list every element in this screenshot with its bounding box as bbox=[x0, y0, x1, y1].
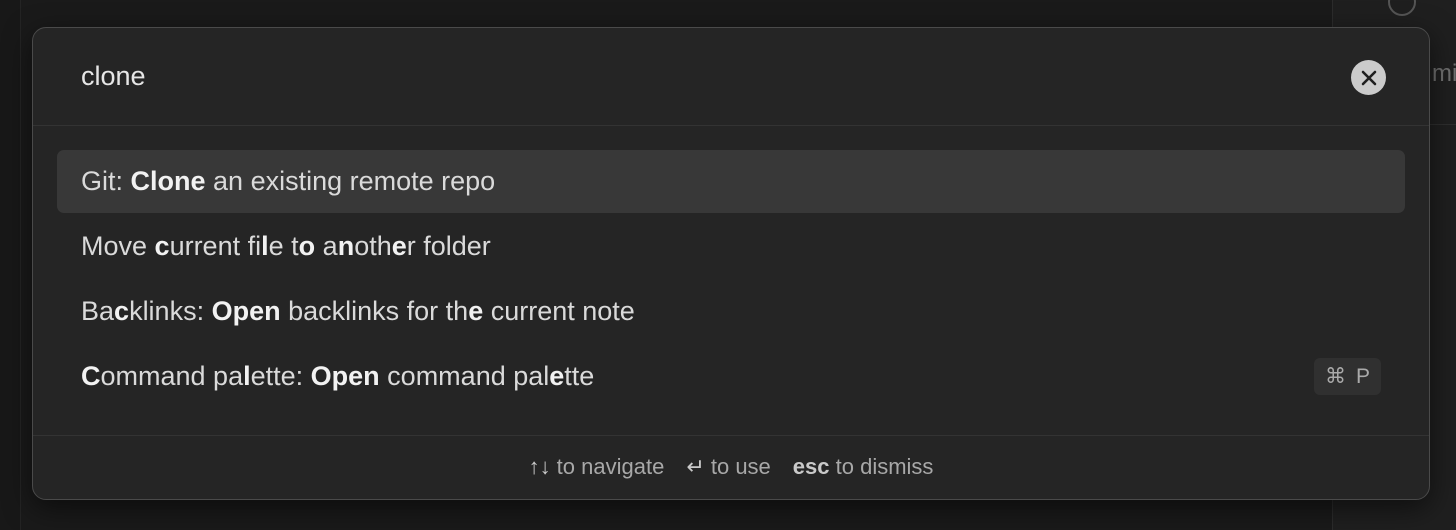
suggestion-text: oth bbox=[354, 231, 392, 261]
instruction-key: ↑↓ bbox=[528, 454, 551, 479]
suggestion-match-highlight: Open bbox=[211, 296, 281, 326]
instruction-item: esc to dismiss bbox=[793, 454, 934, 480]
suggestion-text: current note bbox=[483, 296, 635, 326]
suggestion-text: urrent fi bbox=[169, 231, 262, 261]
suggestion-text: an existing remote repo bbox=[205, 166, 496, 196]
suggestion-text: command pal bbox=[379, 361, 550, 391]
suggestion-text: klinks: bbox=[129, 296, 212, 326]
suggestion-match-highlight: n bbox=[337, 231, 355, 261]
suggestion-match-highlight: e bbox=[468, 296, 484, 326]
hotkey-badge: ⌘ P bbox=[1313, 358, 1381, 395]
suggestion-text: ette: bbox=[250, 361, 311, 391]
instruction-item: ↵ to use bbox=[686, 454, 770, 480]
instruction-text: to use bbox=[704, 454, 771, 479]
background-left-strip bbox=[0, 0, 21, 530]
suggestion-text: Move bbox=[81, 231, 155, 261]
suggestion-match-highlight: c bbox=[114, 296, 130, 326]
suggestion-text: backlinks for th bbox=[280, 296, 469, 326]
instruction-text: to dismiss bbox=[829, 454, 934, 479]
hotkey-key: ⌘ bbox=[1324, 365, 1346, 388]
suggestion-item[interactable]: Move current file to another folder bbox=[57, 215, 1405, 278]
command-search-input[interactable] bbox=[81, 52, 1341, 100]
suggestion-match-highlight: Clone bbox=[130, 166, 206, 196]
suggestion-match-highlight: l bbox=[261, 231, 269, 261]
suggestion-match-highlight: e bbox=[391, 231, 407, 261]
background-right-text: mi bbox=[1432, 60, 1456, 87]
instruction-text: to navigate bbox=[550, 454, 665, 479]
suggestion-label: Move current file to another folder bbox=[81, 231, 491, 262]
suggestion-text: a bbox=[315, 231, 338, 261]
suggestion-text: tte bbox=[564, 361, 595, 391]
suggestion-text: Ba bbox=[81, 296, 115, 326]
clear-search-button[interactable] bbox=[1351, 60, 1386, 95]
close-icon bbox=[1361, 70, 1376, 85]
suggestion-match-highlight: C bbox=[81, 361, 101, 391]
suggestion-match-highlight: o bbox=[298, 231, 316, 261]
suggestion-text: e t bbox=[268, 231, 299, 261]
instructions-row: ↑↓ to navigate ↵ to use esc to dismiss bbox=[33, 454, 1429, 480]
instruction-key: ↵ bbox=[686, 454, 705, 479]
suggestion-label: Git: Clone an existing remote repo bbox=[81, 166, 495, 197]
suggestion-match-highlight: e bbox=[549, 361, 565, 391]
instruction-item: ↑↓ to navigate bbox=[529, 454, 665, 480]
suggestion-label: Command palette: Open command palette bbox=[81, 361, 594, 392]
suggestion-list: Git: Clone an existing remote repo Move c… bbox=[57, 150, 1405, 410]
suggestion-match-highlight: c bbox=[154, 231, 170, 261]
command-palette-modal: Git: Clone an existing remote repoMove c… bbox=[32, 27, 1430, 500]
suggestion-item[interactable]: Git: Clone an existing remote repo bbox=[57, 150, 1405, 213]
suggestion-match-highlight: l bbox=[243, 361, 251, 391]
suggestion-item[interactable]: Command palette: Open command palette ⌘ P bbox=[57, 345, 1405, 408]
instruction-key: esc bbox=[792, 454, 830, 479]
suggestion-match-highlight: Open bbox=[310, 361, 380, 391]
hotkey-key: P bbox=[1355, 364, 1370, 388]
prompt-input-container bbox=[33, 28, 1429, 126]
suggestion-text: r folder bbox=[406, 231, 491, 261]
suggestion-text: Git: bbox=[81, 166, 131, 196]
suggestion-text: ommand pa bbox=[100, 361, 244, 391]
suggestion-label: Backlinks: Open backlinks for the curren… bbox=[81, 296, 635, 327]
suggestion-item[interactable]: Backlinks: Open backlinks for the curren… bbox=[57, 280, 1405, 343]
prompt-instructions: ↑↓ to navigate ↵ to use esc to dismiss bbox=[33, 435, 1429, 499]
